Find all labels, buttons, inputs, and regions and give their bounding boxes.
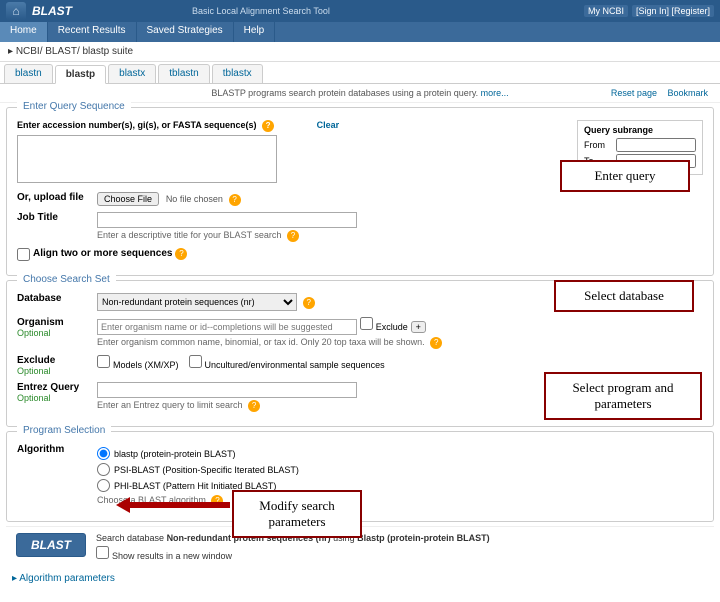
breadcrumb-text: NCBI/ BLAST/ blastp suite xyxy=(16,46,133,57)
signin-register-link[interactable]: [Sign In] [Register] xyxy=(632,5,714,17)
choose-file-button[interactable]: Choose File xyxy=(97,192,159,206)
new-window-checkbox[interactable] xyxy=(96,546,109,559)
algo-phiblast-label: PHI-BLAST (Pattern Hit Initiated BLAST) xyxy=(114,481,276,491)
help-icon[interactable]: ? xyxy=(229,194,241,206)
header-account-links: My NCBI [Sign In] [Register] xyxy=(584,5,714,17)
help-icon[interactable]: ? xyxy=(287,230,299,242)
exclude-models-checkbox[interactable] xyxy=(97,355,110,368)
organism-exclude-checkbox[interactable] xyxy=(360,317,373,330)
clear-query-link[interactable]: Clear xyxy=(317,120,340,130)
my-ncbi-link[interactable]: My NCBI xyxy=(584,5,628,17)
program-tabs: blastn blastp blastx tblastn tblastx xyxy=(0,62,720,84)
exclude-uncultured-label: Uncultured/environmental sample sequence… xyxy=(205,360,385,370)
tab-tblastn[interactable]: tblastn xyxy=(158,64,209,83)
job-title-input[interactable] xyxy=(97,212,357,228)
nav-recent-results[interactable]: Recent Results xyxy=(48,22,137,42)
nav-help[interactable]: Help xyxy=(234,22,276,42)
reset-page-link[interactable]: Reset page xyxy=(611,88,657,98)
nav-home[interactable]: Home xyxy=(0,22,48,42)
tab-blastx[interactable]: blastx xyxy=(108,64,156,83)
align-two-label: Align two or more sequences xyxy=(33,248,172,259)
annotation-select-database: Select database xyxy=(554,280,694,312)
help-icon[interactable]: ? xyxy=(175,248,187,260)
algo-blastp-radio[interactable] xyxy=(97,447,110,460)
accession-label: Enter accession number(s), gi(s), or FAS… xyxy=(17,120,257,130)
app-subtitle: Basic Local Alignment Search Tool xyxy=(192,6,330,16)
help-icon[interactable]: ? xyxy=(262,120,274,132)
app-title: BLAST xyxy=(32,4,72,18)
algo-psiblast-radio[interactable] xyxy=(97,463,110,476)
database-select[interactable]: Non-redundant protein sequences (nr) xyxy=(97,293,297,311)
annotation-modify-params: Modify search parameters xyxy=(232,490,362,538)
exclude-label-row: Exclude xyxy=(17,355,55,366)
exclude-label: Exclude xyxy=(376,322,408,332)
algo-blastp-label: blastp (protein-protein BLAST) xyxy=(114,449,236,459)
upload-label: Or, upload file xyxy=(17,192,97,203)
tab-blastp[interactable]: blastp xyxy=(55,65,106,84)
nav-saved-strategies[interactable]: Saved Strategies xyxy=(137,22,234,42)
main-nav: Home Recent Results Saved Strategies Hel… xyxy=(0,22,720,42)
organism-hint: Enter organism common name, binomial, or… xyxy=(97,337,425,347)
algo-psiblast-label: PSI-BLAST (Position-Specific Iterated BL… xyxy=(114,465,299,475)
entrez-hint: Enter an Entrez query to limit search xyxy=(97,400,243,410)
ncbi-logo-icon: ⌂ xyxy=(6,2,26,20)
add-organism-button[interactable]: + xyxy=(411,321,426,333)
optional-label: Optional xyxy=(17,328,97,338)
algorithm-label: Algorithm xyxy=(17,444,97,455)
optional-label: Optional xyxy=(17,393,97,403)
blast-button[interactable]: BLAST xyxy=(16,533,86,557)
entrez-query-input[interactable] xyxy=(97,382,357,398)
optional-label: Optional xyxy=(17,366,97,376)
entrez-query-label: Entrez Query xyxy=(17,382,79,393)
database-label: Database xyxy=(17,293,97,304)
align-two-checkbox[interactable] xyxy=(17,248,30,261)
info-more-link[interactable]: more... xyxy=(481,88,509,98)
no-file-text: No file chosen xyxy=(166,194,223,204)
subrange-title: Query subrange xyxy=(584,125,696,135)
section-title-searchset: Choose Search Set xyxy=(17,274,116,285)
exclude-models-label: Models (XM/XP) xyxy=(113,360,179,370)
algo-phiblast-radio[interactable] xyxy=(97,479,110,492)
help-icon[interactable]: ? xyxy=(248,400,260,412)
jobtitle-label: Job Title xyxy=(17,212,97,223)
app-header: ⌂ BLAST Basic Local Alignment Search Too… xyxy=(0,0,720,22)
bookmark-link[interactable]: Bookmark xyxy=(667,88,708,98)
arrow-icon xyxy=(130,502,230,508)
organism-input[interactable] xyxy=(97,319,357,335)
section-title-query: Enter Query Sequence xyxy=(17,101,131,112)
query-sequence-textarea[interactable] xyxy=(17,135,277,183)
subrange-from-input[interactable] xyxy=(616,138,696,152)
annotation-enter-query: Enter query xyxy=(560,160,690,192)
section-title-program: Program Selection xyxy=(17,425,111,436)
tab-tblastx[interactable]: tblastx xyxy=(212,64,263,83)
jobtitle-hint: Enter a descriptive title for your BLAST… xyxy=(97,230,281,240)
tab-blastn[interactable]: blastn xyxy=(4,64,53,83)
algorithm-parameters-link[interactable]: ▸ Algorithm parameters xyxy=(0,569,127,588)
new-window-label: Show results in a new window xyxy=(112,551,232,561)
help-icon[interactable]: ? xyxy=(303,297,315,309)
from-label: From xyxy=(584,140,616,150)
help-icon[interactable]: ? xyxy=(430,337,442,349)
info-text: BLASTP programs search protein databases… xyxy=(211,88,480,98)
organism-label: Organism xyxy=(17,317,64,328)
breadcrumb: ▸ NCBI/ BLAST/ blastp suite xyxy=(0,42,720,62)
annotation-select-program: Select program and parameters xyxy=(544,372,702,420)
exclude-uncultured-checkbox[interactable] xyxy=(189,355,202,368)
